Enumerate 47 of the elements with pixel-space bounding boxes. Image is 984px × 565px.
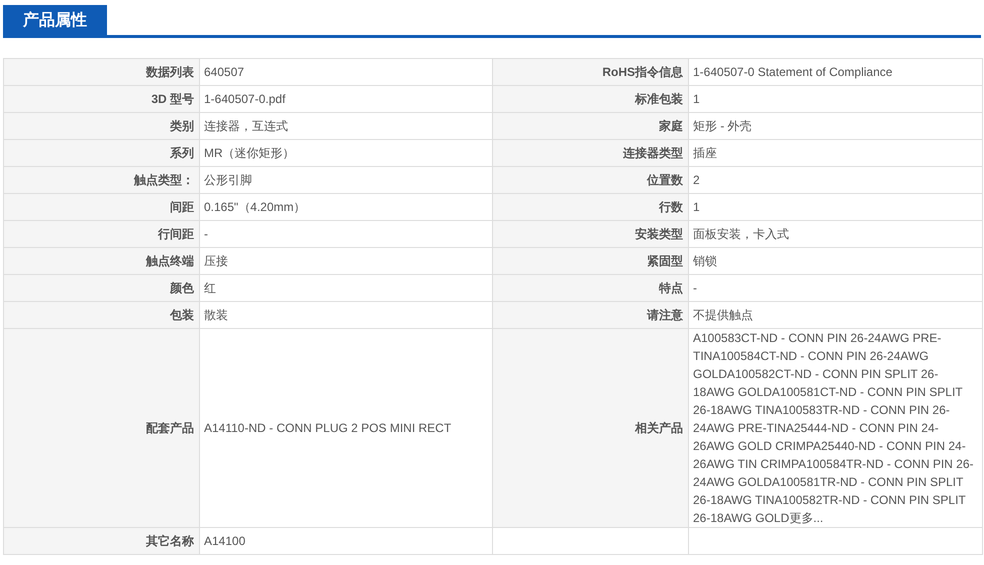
property-label: RoHS指令信息 (492, 58, 688, 86)
property-value: 销锁 (688, 248, 982, 274)
property-value: A14100 (200, 528, 492, 554)
property-label: 颜色 (4, 274, 200, 302)
property-label: 紧固型 (492, 248, 688, 274)
property-label: 安装类型 (492, 220, 688, 248)
property-value: 插座 (688, 140, 982, 166)
property-label: 家庭 (492, 112, 688, 140)
property-value: 红 (200, 274, 492, 302)
property-value: 1-640507-0.pdf (200, 86, 492, 112)
property-label: 配套产品 (4, 328, 200, 528)
property-value: 2 (688, 166, 982, 194)
property-value: 1 (688, 86, 982, 112)
property-value: 矩形 - 外壳 (688, 112, 982, 140)
property-value: A14110-ND - CONN PLUG 2 POS MINI RECT (200, 328, 492, 528)
property-label: 3D 型号 (4, 86, 200, 112)
property-label: 行数 (492, 194, 688, 220)
property-label: 间距 (4, 194, 200, 220)
property-value: 面板安装，卡入式 (688, 220, 982, 248)
property-value: MR（迷你矩形） (200, 140, 492, 166)
property-label: 系列 (4, 140, 200, 166)
property-label: 触点类型： (4, 166, 200, 194)
property-label: 行间距 (4, 220, 200, 248)
property-label: 请注意 (492, 302, 688, 328)
property-value: - (200, 220, 492, 248)
property-value: 640507 (200, 58, 492, 86)
property-value: 连接器，互连式 (200, 112, 492, 140)
property-label: 其它名称 (4, 528, 200, 554)
property-label: 包装 (4, 302, 200, 328)
property-value: 1-640507-0 Statement of Compliance (688, 58, 982, 86)
property-value: 公形引脚 (200, 166, 492, 194)
property-label: 连接器类型 (492, 140, 688, 166)
property-label: 相关产品 (492, 328, 688, 528)
property-value: A100583CT-ND - CONN PIN 26-24AWG PRE-TINA100584CT-ND - CONN PIN 26-24AWG GOLDA100582CT-ND - CONN PIN SPLIT 26-18AWG GOLDA100581CT-ND - CONN PIN SPLIT 26-18AWG TINA100583TR-ND - CONN PIN 26-24AWG PRE-TINA25444-ND - CONN PIN 24-26AWG GOLD CRIMPA25440-ND - CONN PIN 24-26AWG TIN CRIMPA100584TR-ND - CONN PIN 26-24AWG GOLDA100581TR-ND - CONN PIN SPLIT 26-18AWG TINA100582TR-ND - CONN PIN SPLIT 26-18AWG GOLD更多... (688, 328, 982, 528)
property-value: 0.165"（4.20mm） (200, 194, 492, 220)
section-tab[interactable]: 产品属性 (3, 5, 107, 35)
property-label: 标准包装 (492, 86, 688, 112)
property-label: 类别 (4, 112, 200, 140)
property-label: 特点 (492, 274, 688, 302)
property-value: 1 (688, 194, 982, 220)
property-label: 数据列表 (4, 58, 200, 86)
property-value: 不提供触点 (688, 302, 982, 328)
property-label: 位置数 (492, 166, 688, 194)
property-value: 压接 (200, 248, 492, 274)
property-value: 散装 (200, 302, 492, 328)
property-value: - (688, 274, 982, 302)
property-label: 触点终端 (4, 248, 200, 274)
